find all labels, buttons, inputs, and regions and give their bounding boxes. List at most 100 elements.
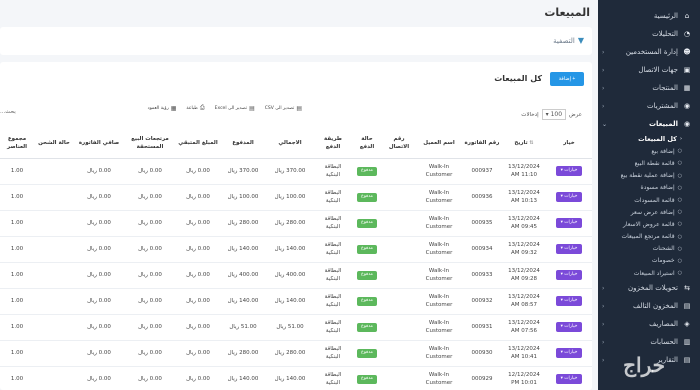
page-length-select[interactable]: 100 ▾ — [541, 109, 567, 120]
column-header[interactable]: المبلغ المتبقي — [176, 130, 220, 159]
payment-method-cell: البطاقة البنكية — [314, 236, 352, 263]
date-value: 13/12/2024 — [508, 267, 540, 274]
net-cell: 0.00 ريال — [74, 236, 124, 263]
options-button[interactable]: خيارات ▾ — [555, 165, 583, 177]
sidebar-item-cart[interactable]: ◉ المشتريات ‹ — [598, 97, 700, 115]
column-header[interactable]: حالة الشحن — [34, 130, 74, 159]
chevron-icon: ‹ — [602, 66, 605, 74]
table-row[interactable]: خيارات ▾ 13/12/2024 AM 10:13 000936 Walk-In C… — [0, 184, 592, 211]
sidebar-subitem[interactable]: ○ خصومات — [598, 255, 700, 267]
bullet-icon: ‹ — [679, 136, 682, 143]
column-header[interactable]: مجموع العناصر — [0, 130, 34, 159]
sidebar-item-box[interactable]: ▦ المنتجات ‹ — [598, 79, 700, 97]
sidebar-item-label: المصاريف — [649, 320, 678, 329]
payment-method-line2: البنكية — [325, 198, 341, 204]
column-header[interactable]: المدفوع — [220, 130, 266, 159]
chevron-icon: ‹ — [602, 102, 605, 110]
sidebar-item-expenses[interactable]: ◈ المصاريف ‹ — [598, 315, 700, 333]
column-header[interactable]: خيار — [546, 130, 592, 159]
date-cell: 13/12/2024 AM 10:41 — [502, 340, 546, 367]
filter-toggle[interactable]: ▼ التصفية — [553, 36, 584, 45]
sidebar-subitem[interactable]: ○ قائمة المسودات — [598, 194, 700, 206]
payment-method: البطاقة — [324, 319, 342, 326]
options-button[interactable]: خيارات ▾ — [555, 243, 583, 255]
column-header[interactable]: اسم العميل — [416, 130, 462, 159]
column-header[interactable]: الاجمالي — [266, 130, 314, 159]
table-row[interactable]: خيارات ▾ 13/12/2024 AM 08:57 000932 Walk-In C… — [0, 288, 592, 315]
column-header-label: حالة الدفع — [359, 136, 375, 150]
options-cell: خيارات ▾ — [546, 262, 592, 289]
sidebar-item-truck[interactable]: ⇆ تحويلات المخزون ‹ — [598, 279, 700, 297]
table-row[interactable]: خيارات ▾ 13/12/2024 AM 11:10 000937 Walk-In C… — [0, 158, 592, 185]
sidebar-item-damaged-stock[interactable]: ▤ المخزون التالف ‹ — [598, 297, 700, 315]
payment-method-cell: البطاقة البنكية — [314, 340, 352, 367]
sidebar-subitem[interactable]: ○ قائمة مرتجع المبيعات — [598, 231, 700, 243]
paid-badge: مدفوع — [357, 271, 377, 280]
options-button[interactable]: خيارات ▾ — [555, 269, 583, 281]
table-row[interactable]: خيارات ▾ 13/12/2024 AM 09:32 000934 Walk-In C… — [0, 236, 592, 263]
due-cell: 0.00 ريال — [176, 262, 220, 289]
column-header[interactable]: صافي الفاتورة — [74, 130, 124, 159]
returns-amount: 0.00 ريال — [138, 323, 162, 330]
table-row[interactable]: خيارات ▾ 12/12/2024 PM 10:01 000929 Walk-In C… — [0, 366, 592, 390]
options-cell: خيارات ▾ — [546, 236, 592, 263]
options-cell: خيارات ▾ — [546, 340, 592, 367]
column-header[interactable]: حالة الدفع — [352, 130, 382, 159]
column-header[interactable]: رقم الاتصال — [382, 130, 416, 159]
table-row[interactable]: خيارات ▾ 13/12/2024 AM 07:56 000931 Walk-In C… — [0, 314, 592, 341]
items-total: 1.00 — [10, 297, 24, 304]
net-cell: 0.00 ريال — [74, 288, 124, 315]
sidebar-subitem[interactable]: ○ إضافة عملية نقطة بيع — [598, 170, 700, 182]
sidebar-subitem[interactable]: ○ استيراد المبيعات — [598, 267, 700, 279]
customer-name: Walk-In — [428, 189, 450, 196]
add-sale-button[interactable]: + إضافة — [550, 72, 584, 86]
customer-name-line2: Customer — [425, 198, 453, 204]
search-input[interactable]: بحث... — [0, 109, 16, 115]
returns-amount: 0.00 ريال — [138, 167, 162, 174]
sidebar-subitem[interactable]: ○ إضافة مسودة — [598, 182, 700, 194]
sidebar-item-home[interactable]: ⌂ الرئيسية — [598, 7, 700, 25]
table-row[interactable]: خيارات ▾ 13/12/2024 AM 09:45 000935 Walk-In C… — [0, 210, 592, 237]
options-button[interactable]: خيارات ▾ — [555, 295, 583, 307]
export-button[interactable]: ▦ رؤية العمود — [148, 104, 177, 112]
sidebar-subitem[interactable]: ○ إضافة عرض سعر — [598, 206, 700, 218]
table-row[interactable]: خيارات ▾ 13/12/2024 AM 09:28 000933 Walk-In C… — [0, 262, 592, 289]
damaged-stock-icon: ▤ — [683, 302, 691, 311]
options-button[interactable]: خيارات ▾ — [555, 321, 583, 333]
date-cell: 13/12/2024 AM 07:56 — [502, 314, 546, 341]
options-cell: خيارات ▾ — [546, 210, 592, 237]
column-header-label: تاريخ — [514, 139, 528, 146]
sidebar-subitem[interactable]: ○ قائمة عروض الاسعار — [598, 218, 700, 230]
sidebar-item-chart[interactable]: ◔ التحليلات — [598, 25, 700, 43]
column-header[interactable]: طريقة الدفع — [314, 130, 352, 159]
sidebar-subitem[interactable]: ○ الشحنات — [598, 243, 700, 255]
total-cell: 140.00 ريال — [266, 236, 314, 263]
chevron-icon: ‹ — [602, 338, 605, 346]
users-icon: ☻ — [683, 48, 691, 56]
export-button[interactable]: ⎙ طباعة — [186, 104, 204, 112]
options-button[interactable]: خيارات ▾ — [555, 373, 583, 385]
sidebar-item-accounts[interactable]: ▥ الحسابات ‹ — [598, 333, 700, 351]
export-button[interactable]: ▤ تصدير الى CSV — [265, 104, 302, 112]
customer-cell: Walk-In Customer — [416, 158, 462, 185]
options-button[interactable]: خيارات ▾ — [555, 191, 583, 203]
total-amount: 51.00 ريال — [276, 323, 304, 330]
options-cell: خيارات ▾ — [546, 158, 592, 185]
payment-method-cell: البطاقة البنكية — [314, 288, 352, 315]
items-total-cell: 1.00 — [0, 262, 34, 289]
sidebar-subitem[interactable]: ‹ كل المبيعات — [598, 133, 700, 145]
sidebar-subitem[interactable]: ○ قائمة نقطة البيع — [598, 157, 700, 169]
sidebar-item-contacts[interactable]: ▣ جهات الاتصال ‹ — [598, 61, 700, 79]
export-button[interactable]: ▤ تصدير الى Excel — [215, 104, 255, 112]
invoice-cell: 000935 — [462, 210, 502, 237]
column-header[interactable]: ⇅ تاريخ — [502, 130, 546, 159]
options-button[interactable]: خيارات ▾ — [555, 347, 583, 359]
customer-cell: Walk-In Customer — [416, 340, 462, 367]
sidebar-item-sales[interactable]: ◉ المبيعات ⌄ — [598, 115, 700, 133]
table-row[interactable]: خيارات ▾ 13/12/2024 AM 10:41 000930 Walk-In C… — [0, 340, 592, 367]
sidebar-item-users[interactable]: ☻ إدارة المستخدمين ‹ — [598, 43, 700, 61]
sidebar-subitem[interactable]: ○ إضافة بيع — [598, 145, 700, 157]
column-header[interactable]: رقم الفاتورة — [462, 130, 502, 159]
options-button[interactable]: خيارات ▾ — [555, 217, 583, 229]
column-header[interactable]: مرتجعات البيع المستحقة — [124, 130, 176, 159]
